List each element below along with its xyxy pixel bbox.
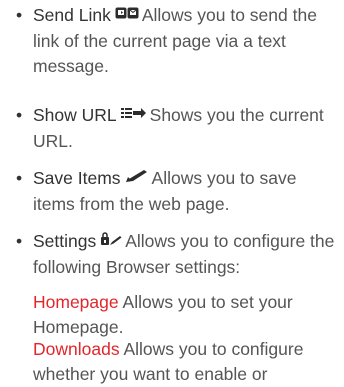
list-item-send-link: • Send Link Allows you to send the link … xyxy=(16,3,341,79)
settings-icon xyxy=(100,228,122,253)
bullet: • xyxy=(16,231,23,251)
list-item-settings: • Settings Allows you to configure the f… xyxy=(16,229,341,280)
term-show-url: Show URL xyxy=(33,105,117,125)
save-items-icon xyxy=(125,165,149,190)
term-save-items: Save Items xyxy=(33,168,121,188)
bullet: • xyxy=(16,5,23,25)
option-term-homepage: Homepage xyxy=(33,292,119,312)
bullet: • xyxy=(16,168,23,188)
show-url-icon xyxy=(120,102,147,127)
manual-page: • Send Link Allows you to send the link … xyxy=(0,0,344,384)
option-term-downloads: Downloads xyxy=(33,339,120,359)
term-send-link: Send Link xyxy=(33,5,111,25)
list-item-show-url: • Show URL Shows you the current URL. xyxy=(16,103,341,154)
send-link-icon xyxy=(115,2,139,27)
list-item-save-items: • Save Items Allows you to save items fr… xyxy=(16,166,341,217)
settings-option-homepage: Homepage Allows you to set your Homepage… xyxy=(33,290,341,340)
bullet: • xyxy=(16,105,23,125)
term-settings: Settings xyxy=(33,231,97,251)
